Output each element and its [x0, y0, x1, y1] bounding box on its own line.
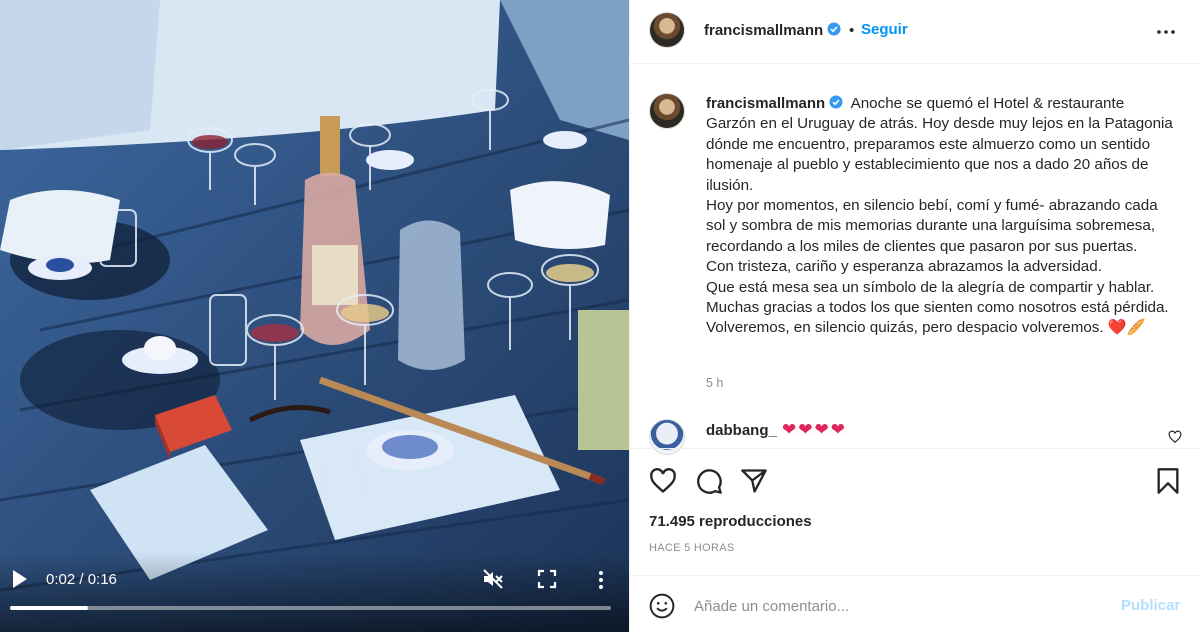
comment-username[interactable]: dabbang_ [706, 422, 777, 439]
caption-username[interactable]: francismallmann [706, 95, 843, 112]
video-progress-bar[interactable] [10, 606, 611, 610]
caption-emoji: ❤️🥖 [1107, 319, 1146, 337]
video-more-icon[interactable] [594, 569, 608, 591]
follow-button[interactable]: Seguir [861, 21, 908, 38]
more-icon[interactable] [1156, 22, 1176, 42]
separator-dot: • [849, 22, 855, 39]
play-icon[interactable] [10, 566, 30, 592]
video-player[interactable]: 0:02 / 0:16 [0, 0, 629, 632]
smile-icon[interactable] [649, 593, 675, 619]
caption-line: Volveremos, en silencio quizás, pero des… [706, 319, 1104, 337]
caption-line: Que está mesa sea un símbolo de la alegr… [706, 278, 1155, 296]
comment-input[interactable] [694, 594, 1094, 618]
publish-button[interactable]: Publicar [1121, 597, 1180, 614]
video-time: 0:02 / 0:16 [46, 571, 117, 588]
views-count[interactable]: 71.495 reproducciones [649, 513, 812, 530]
post-header: francismallmann • Seguir [630, 0, 1200, 64]
header-username[interactable]: francismallmann [704, 22, 841, 39]
caption-avatar[interactable] [649, 93, 685, 129]
share-icon[interactable] [740, 467, 768, 495]
comment-heart-icon[interactable] [1168, 430, 1182, 444]
mute-icon[interactable] [481, 567, 505, 591]
avatar[interactable] [649, 12, 685, 48]
fullscreen-icon[interactable] [537, 569, 557, 589]
verified-icon [829, 95, 843, 109]
caption-line: Hoy por momentos, en silencio bebí, comí… [706, 197, 1158, 255]
video-progress-fill [10, 606, 89, 610]
caption-line: Muchas gracias a todos los que sienten c… [706, 299, 1169, 317]
caption-username-text[interactable]: francismallmann [706, 95, 825, 112]
caption-line: Con tristeza, cariño y esperanza abrazam… [706, 258, 1102, 276]
video-frame [0, 0, 629, 632]
bookmark-icon[interactable] [1154, 467, 1182, 495]
caption-time[interactable]: 5 h [706, 376, 723, 390]
post-panel: francismallmann • Seguir francismallmann… [629, 0, 1200, 632]
username-text[interactable]: francismallmann [704, 22, 823, 39]
video-controls [0, 552, 629, 632]
heart-icon[interactable] [649, 467, 677, 495]
add-comment-bar: Publicar [630, 575, 1200, 632]
post-caption: francismallmann Anoche se quemó el Hotel… [706, 94, 1176, 339]
verified-icon [827, 22, 841, 36]
comment-icon[interactable] [695, 467, 723, 495]
comment-text: ❤❤❤❤ [782, 420, 847, 439]
posted-time[interactable]: HACE 5 HORAS [649, 542, 735, 554]
